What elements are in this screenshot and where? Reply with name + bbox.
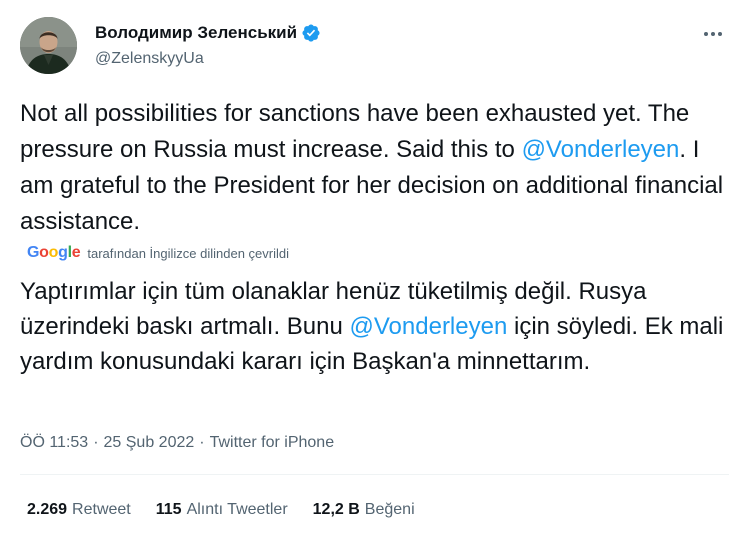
tweet-source[interactable]: Twitter for iPhone (210, 433, 335, 453)
tweet-text-original: Not all possibilities for sanctions have… (20, 96, 735, 240)
divider (20, 474, 729, 475)
like-count: 12,2 B (312, 501, 360, 518)
retweet-label: Retweet (72, 501, 131, 518)
author-name[interactable]: Володимир Зеленський (95, 23, 297, 43)
quote-tweet-label: Alıntı Tweetler (186, 501, 288, 518)
tweet-time[interactable]: ÖÖ 11:53 (20, 433, 88, 453)
mention-link-translated[interactable]: @Vonderleyen (350, 313, 508, 340)
avatar[interactable] (20, 17, 77, 74)
translation-note: tarafından İngilizce dilinden çevrildi (87, 245, 289, 261)
like-label: Beğeni (364, 501, 415, 518)
retweet-count: 2.269 (27, 501, 68, 518)
google-logo-icon: Google (27, 244, 81, 261)
tweet-date[interactable]: 25 Şub 2022 (104, 433, 195, 453)
quote-tweet-stat[interactable]: 115 Alıntı Tweetler (156, 500, 288, 520)
meta-separator: · (93, 434, 99, 451)
mention-link[interactable]: @Vonderleyen (522, 136, 680, 163)
quote-tweet-count: 115 (155, 501, 182, 518)
tweet-metadata: ÖÖ 11:53 · 25 Şub 2022 · Twitter for iPh… (20, 433, 334, 453)
meta-separator: · (199, 434, 205, 451)
like-stat[interactable]: 12,2 B Beğeni (313, 500, 415, 520)
author-name-row[interactable]: Володимир Зеленський (95, 23, 321, 43)
translation-attribution: Google tarafından İngilizce dilinden çev… (27, 244, 289, 262)
author-handle[interactable]: @ZelenskyyUa (95, 49, 204, 69)
tweet-card: Володимир Зеленський @ZelenskyyUa Not al… (0, 0, 749, 535)
verified-badge-icon (301, 23, 321, 43)
more-options-icon[interactable] (701, 22, 725, 46)
tweet-text-translated: Yaptırımlar için tüm olanaklar henüz tük… (20, 274, 735, 379)
retweet-stat[interactable]: 2.269 Retweet (27, 500, 131, 520)
engagement-stats: 2.269 Retweet 115 Alıntı Tweetler 12,2 B… (27, 500, 440, 520)
